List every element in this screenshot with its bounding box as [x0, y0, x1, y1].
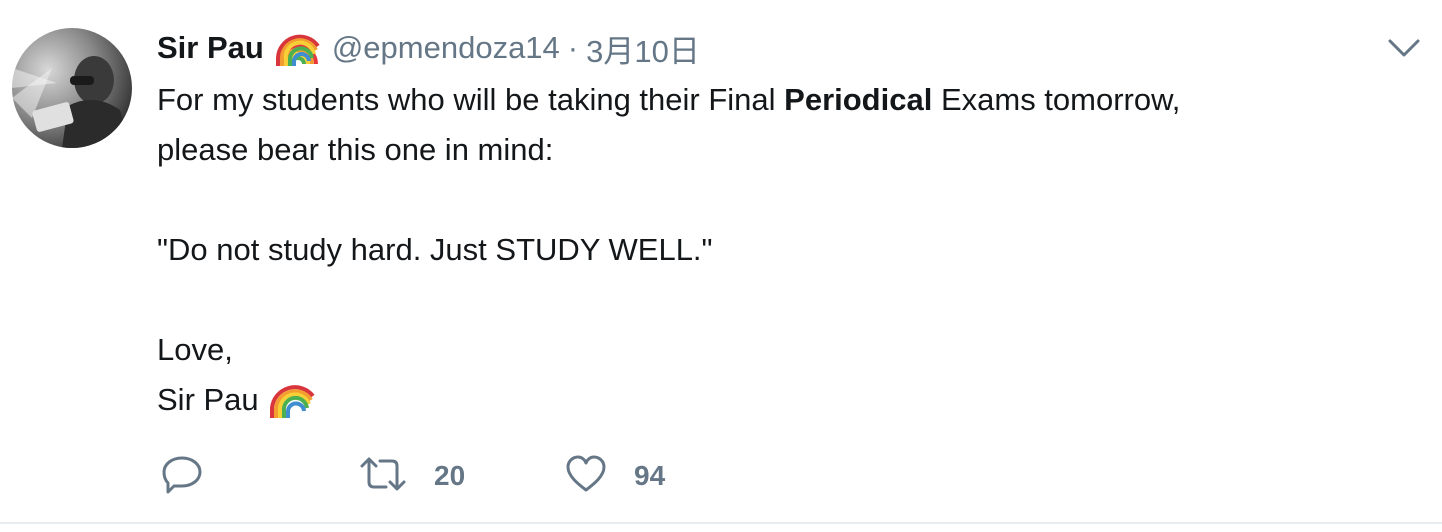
like-count: 94: [634, 460, 666, 491]
tweet-text-segment: For my students who will be taking their…: [157, 82, 785, 117]
heart-icon: [564, 452, 608, 501]
reply-button[interactable]: [160, 452, 204, 500]
tweet-line: For my students who will be taking their…: [157, 75, 1387, 125]
retweet-icon: [358, 452, 408, 501]
tweet-signature-line: Sir Pau: [157, 375, 1387, 425]
tweet-signature: Sir Pau: [157, 382, 259, 417]
retweet-button[interactable]: 20: [358, 452, 465, 500]
chevron-down-icon[interactable]: [1386, 36, 1422, 60]
rainbow-icon: [275, 28, 320, 68]
tweet-quote: "Do not study hard. Just STUDY WELL.": [157, 232, 713, 267]
display-name[interactable]: Sir Pau: [157, 30, 264, 66]
rainbow-icon: [269, 376, 315, 418]
separator-dot: ·: [567, 30, 579, 65]
timestamp[interactable]: 3月10日: [586, 26, 700, 71]
tweet-card[interactable]: Sir Pau @epmendoza14 · 3月10日 For my stud…: [0, 0, 1442, 524]
reply-icon: [160, 452, 204, 501]
tweet-signoff: Love,: [157, 332, 233, 367]
avatar[interactable]: [12, 28, 132, 148]
retweet-count: 20: [434, 460, 466, 491]
tweet-text-bold: Periodical: [784, 82, 933, 117]
tweet-header: Sir Pau @epmendoza14 · 3月10日: [157, 26, 700, 70]
tweet-line: please bear this one in mind:: [157, 132, 554, 167]
tweet-text-segment: Exams tomorrow,: [932, 82, 1181, 117]
like-button[interactable]: 94: [564, 452, 665, 500]
user-handle[interactable]: @epmendoza14: [332, 30, 560, 66]
tweet-text: For my students who will be taking their…: [157, 75, 1387, 425]
